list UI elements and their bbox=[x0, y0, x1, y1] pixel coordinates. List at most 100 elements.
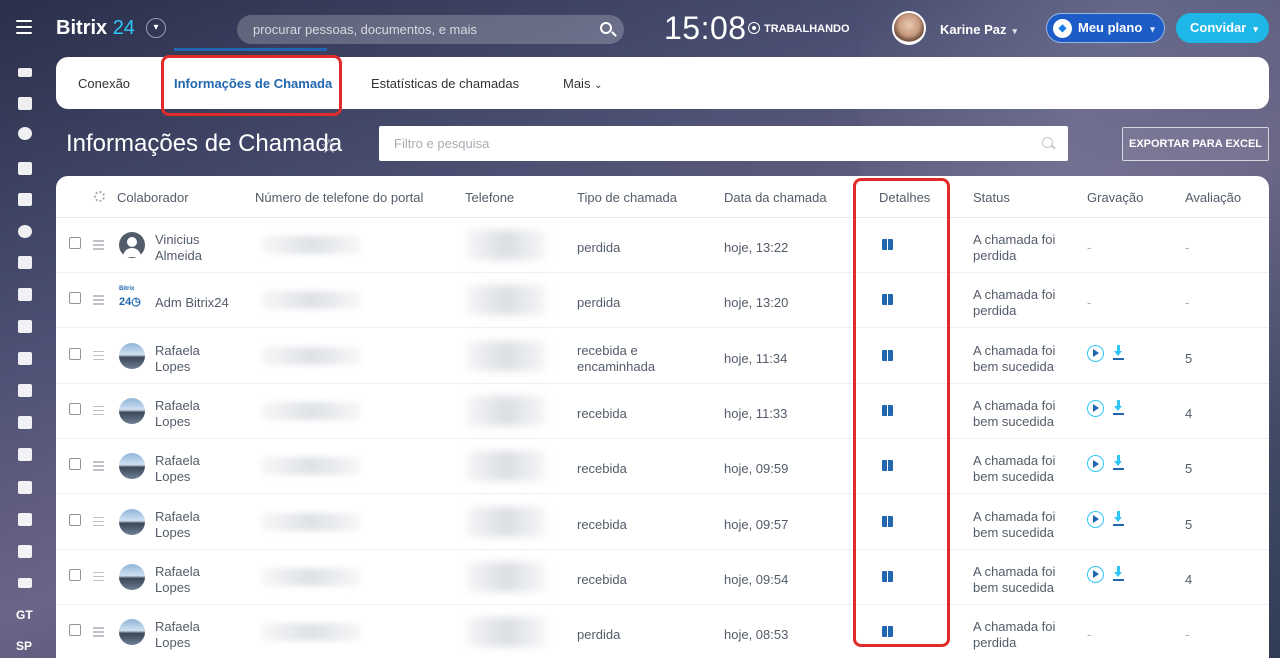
tab-conexao[interactable]: Conexão bbox=[78, 76, 130, 91]
employee-name[interactable]: Rafaela Lopes bbox=[155, 509, 200, 541]
filter-search[interactable] bbox=[379, 126, 1068, 161]
play-icon[interactable] bbox=[1087, 565, 1104, 583]
avatar[interactable] bbox=[119, 453, 145, 480]
column-header[interactable]: Status bbox=[973, 190, 1010, 205]
tab-mais[interactable]: Mais ⌄ bbox=[563, 76, 602, 91]
mail-icon[interactable] bbox=[18, 481, 32, 494]
table-row[interactable]: Rafaela Lopes recebida hoje, 09:54 A chamada… bbox=[56, 550, 1269, 605]
drag-handle-icon[interactable] bbox=[93, 350, 104, 363]
robot-icon[interactable] bbox=[18, 448, 32, 461]
filter-icon[interactable] bbox=[18, 68, 32, 77]
avatar[interactable] bbox=[119, 619, 145, 646]
call-type: recebida bbox=[577, 572, 627, 588]
column-header[interactable]: Gravação bbox=[1087, 190, 1143, 205]
row-checkbox[interactable] bbox=[69, 624, 81, 637]
play-icon[interactable] bbox=[1087, 344, 1104, 362]
employee-name[interactable]: Vinicius Almeida bbox=[155, 232, 202, 264]
play-icon[interactable] bbox=[1087, 510, 1104, 528]
contact-icon[interactable] bbox=[18, 384, 32, 397]
invite-button[interactable]: Convidar ▾ bbox=[1176, 13, 1269, 43]
feed-icon[interactable] bbox=[18, 256, 32, 269]
global-search[interactable] bbox=[237, 15, 624, 44]
employee-name[interactable]: Rafaela Lopes bbox=[155, 564, 200, 596]
target-icon[interactable] bbox=[18, 127, 32, 140]
task-icon[interactable] bbox=[18, 193, 32, 206]
star-icon[interactable]: ☆ bbox=[320, 134, 338, 159]
chat-icon[interactable] bbox=[18, 416, 32, 429]
drive-icon[interactable] bbox=[18, 352, 32, 365]
search-icon[interactable] bbox=[1042, 137, 1053, 148]
row-checkbox[interactable] bbox=[69, 568, 81, 581]
filter-input[interactable] bbox=[394, 126, 1014, 161]
drag-handle-icon[interactable] bbox=[93, 627, 104, 639]
box-icon[interactable] bbox=[18, 545, 32, 558]
employee-name[interactable]: Rafaela Lopes bbox=[155, 453, 200, 485]
avatar[interactable] bbox=[119, 397, 145, 424]
group-icon[interactable] bbox=[18, 513, 32, 526]
column-header[interactable]: Avaliação bbox=[1185, 190, 1241, 205]
home-icon[interactable] bbox=[18, 97, 32, 110]
employee-name[interactable]: Rafaela Lopes bbox=[155, 398, 200, 430]
avatar[interactable] bbox=[119, 232, 145, 258]
chevron-down-icon[interactable]: ▾ bbox=[146, 18, 166, 38]
employee-name[interactable]: Rafaela Lopes bbox=[155, 343, 200, 375]
table-row[interactable]: Rafaela Lopes recebida hoje, 09:59 A chamada… bbox=[56, 439, 1269, 495]
export-excel-button[interactable]: EXPORTAR PARA EXCEL bbox=[1122, 127, 1269, 161]
column-header[interactable]: Número de telefone do portal bbox=[255, 190, 423, 205]
gear-icon[interactable] bbox=[94, 191, 105, 202]
crm-icon[interactable] bbox=[18, 225, 32, 238]
avatar[interactable] bbox=[119, 563, 145, 590]
search-input[interactable] bbox=[253, 15, 583, 44]
row-checkbox[interactable] bbox=[69, 292, 81, 305]
table-row[interactable]: Rafaela Lopes recebida hoje, 11:33 A chamada… bbox=[56, 384, 1269, 439]
table-row[interactable]: Vinicius Almeida perdida hoje, 13:22 A chama… bbox=[56, 218, 1269, 273]
sign-icon[interactable] bbox=[18, 578, 32, 588]
row-checkbox[interactable] bbox=[69, 347, 81, 360]
menu-icon[interactable] bbox=[16, 20, 32, 34]
search-icon[interactable] bbox=[600, 22, 612, 34]
drag-handle-icon[interactable] bbox=[93, 461, 104, 473]
play-icon[interactable] bbox=[1087, 455, 1104, 473]
download-icon[interactable] bbox=[1113, 399, 1124, 415]
drag-handle-icon[interactable] bbox=[93, 571, 104, 584]
download-icon[interactable] bbox=[1113, 510, 1124, 526]
row-checkbox[interactable] bbox=[69, 237, 81, 249]
bitrix-logo[interactable]: Bitrix 24 bbox=[56, 17, 135, 40]
sidebar-item-gt[interactable]: GT bbox=[16, 608, 33, 622]
user-avatar[interactable] bbox=[892, 11, 926, 45]
work-status[interactable]: TRABALHANDO bbox=[748, 22, 850, 35]
drag-handle-icon[interactable] bbox=[93, 516, 104, 529]
document-icon[interactable] bbox=[18, 320, 32, 333]
table-row[interactable]: Rafaela Lopes perdida hoje, 08:53 A chamada … bbox=[56, 605, 1269, 658]
my-plan-button[interactable]: ◆ Meu plano ▾ bbox=[1046, 13, 1165, 43]
table-row[interactable]: Bitrix 24◷ Adm Bitrix24 perdida hoje, 13:20 A… bbox=[56, 273, 1269, 329]
row-checkbox[interactable] bbox=[69, 402, 81, 415]
cart-icon[interactable] bbox=[18, 162, 32, 175]
tab-estatisticas[interactable]: Estatísticas de chamadas bbox=[371, 76, 519, 91]
column-header[interactable]: Data da chamada bbox=[724, 190, 827, 205]
play-icon[interactable] bbox=[1087, 399, 1104, 417]
call-type-line: perdida bbox=[577, 295, 621, 311]
drag-handle-icon[interactable] bbox=[93, 295, 104, 307]
avatar[interactable] bbox=[119, 508, 145, 535]
employee-name[interactable]: Adm Bitrix24 bbox=[155, 295, 229, 311]
employee-name[interactable]: Rafaela Lopes bbox=[155, 619, 200, 651]
call-status-line: A chamada foi bbox=[973, 287, 1056, 303]
user-menu[interactable]: Karine Paz ▾ bbox=[940, 22, 1017, 37]
column-header[interactable]: Tipo de chamada bbox=[577, 190, 677, 205]
column-header[interactable]: Colaborador bbox=[117, 190, 189, 205]
column-header[interactable]: Telefone bbox=[465, 190, 514, 205]
drag-handle-icon[interactable] bbox=[93, 240, 104, 252]
table-row[interactable]: Rafaela Lopes recebida e encaminhada hoje, 1… bbox=[56, 329, 1269, 384]
download-icon[interactable] bbox=[1113, 565, 1124, 581]
row-checkbox[interactable] bbox=[69, 458, 81, 471]
avatar[interactable] bbox=[119, 342, 145, 369]
sidebar-item-sp[interactable]: SP bbox=[16, 639, 32, 653]
download-icon[interactable] bbox=[1113, 344, 1124, 360]
drag-handle-icon[interactable] bbox=[93, 405, 104, 418]
download-icon[interactable] bbox=[1113, 455, 1124, 471]
bitrix24-avatar-icon[interactable]: Bitrix 24◷ bbox=[119, 286, 145, 313]
row-checkbox[interactable] bbox=[69, 513, 81, 526]
table-row[interactable]: Rafaela Lopes recebida hoje, 09:57 A chamada… bbox=[56, 495, 1269, 550]
calendar-icon[interactable] bbox=[18, 288, 32, 301]
